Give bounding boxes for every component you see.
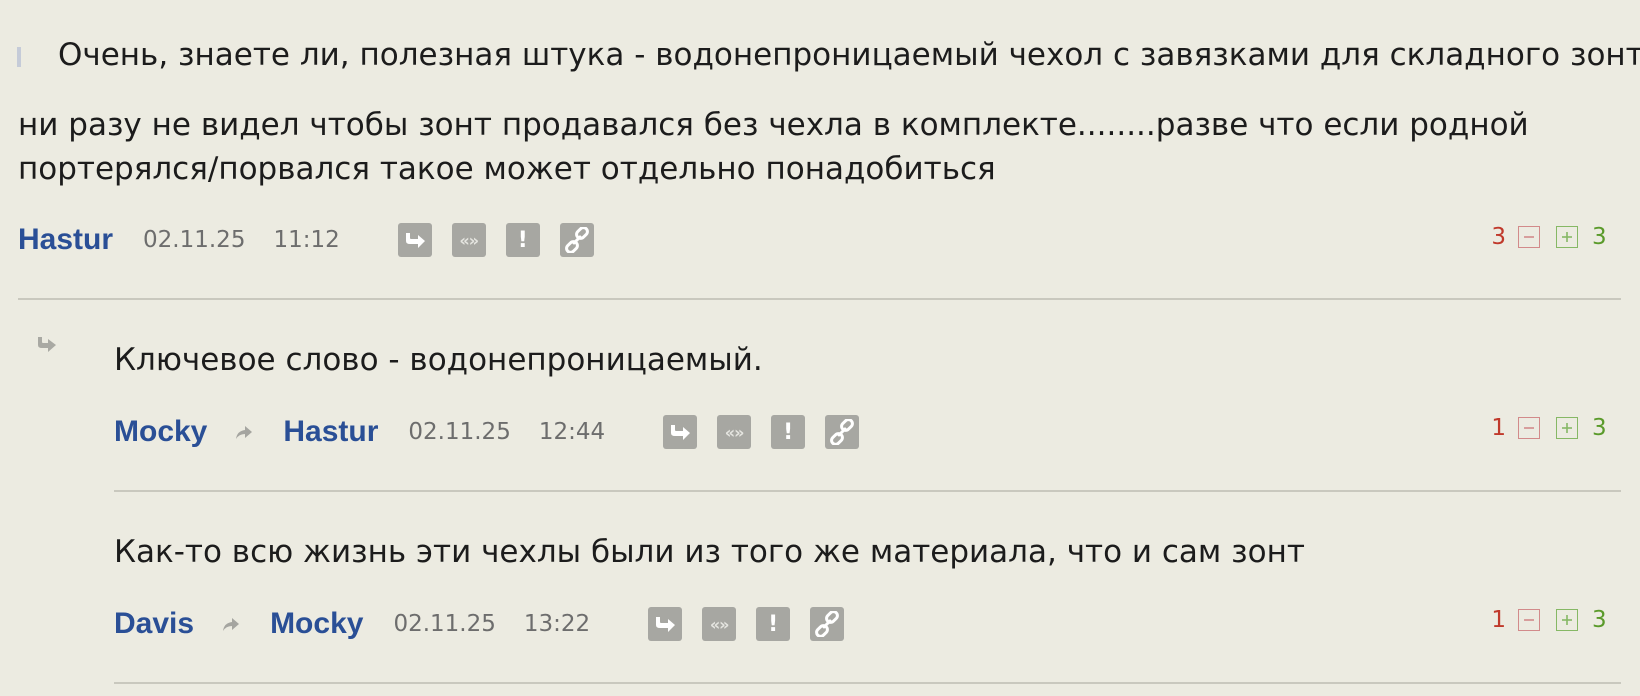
exclamation-icon: ! [783, 419, 794, 445]
chain-link-icon [564, 227, 589, 253]
reply-button[interactable] [663, 415, 698, 449]
chain-link-icon [815, 611, 840, 637]
plus-icon [1562, 615, 1572, 625]
vote-down-button[interactable] [1518, 226, 1540, 248]
quote-button[interactable]: «» [451, 223, 486, 257]
reply-button[interactable] [648, 607, 683, 641]
quote-icon: «» [709, 614, 730, 634]
comment-date: 02.11.25 [393, 611, 496, 637]
comment-rating: 1 3 [1484, 605, 1607, 635]
comment-actions: «» ! [663, 415, 860, 449]
reply-to-arrow-icon [223, 618, 240, 631]
minus-icon [1524, 236, 1534, 238]
exclamation-icon: ! [517, 227, 528, 253]
minus-icon [1524, 619, 1534, 621]
comment-separator [18, 298, 1621, 300]
reply-button[interactable] [397, 223, 432, 257]
rating-minus-count: 1 [1491, 415, 1506, 441]
reply-to-arrow-icon [236, 426, 253, 439]
reply-indent-icon [38, 337, 56, 352]
comment-text: Как-то всю жизнь эти чехлы были из того … [114, 534, 1305, 570]
minus-icon [1524, 427, 1534, 429]
comment-text: Ключевое слово - водонепроницаемый. [114, 342, 763, 378]
reply-arrow-icon [656, 617, 676, 632]
comment-text-line-1: ни разу не видел чтобы зонт продавался б… [18, 107, 1529, 143]
comment-rating: 1 3 [1484, 413, 1607, 443]
comment-date: 02.11.25 [143, 227, 246, 253]
vote-up-button[interactable] [1556, 226, 1578, 248]
quote-button[interactable]: «» [702, 607, 737, 641]
comment-meta: Davis Mocky 02.11.25 13:22 «» ! [114, 604, 845, 644]
comment-time: 11:12 [273, 227, 340, 253]
quote-icon: «» [724, 422, 745, 442]
comment-actions: «» ! [397, 223, 594, 257]
rating-plus-count: 3 [1592, 607, 1607, 633]
rating-minus-count: 3 [1491, 224, 1506, 250]
rating-minus-count: 1 [1491, 607, 1506, 633]
vote-down-button[interactable] [1518, 417, 1540, 439]
permalink-button[interactable] [559, 223, 594, 257]
reply-to-author-link[interactable]: Hastur [283, 415, 378, 449]
reply-arrow-icon [671, 425, 691, 440]
chain-link-icon [830, 419, 855, 445]
comment-meta: Mocky Hastur 02.11.25 12:44 «» ! [114, 412, 860, 452]
quote-icon: «» [459, 230, 479, 250]
vote-down-button[interactable] [1518, 609, 1540, 631]
author-link[interactable]: Hastur [18, 223, 113, 257]
reply-to-author-link[interactable]: Mocky [270, 607, 363, 641]
vote-up-button[interactable] [1556, 417, 1578, 439]
exclamation-icon: ! [768, 611, 779, 637]
permalink-button[interactable] [810, 607, 845, 641]
reply-arrow-icon [405, 233, 425, 248]
plus-icon [1562, 232, 1572, 242]
author-link[interactable]: Mocky [114, 415, 207, 449]
plus-icon [1562, 423, 1572, 433]
comment-time: 13:22 [523, 611, 591, 637]
quote-button[interactable]: «» [717, 415, 752, 449]
comment-rating: 3 3 [1484, 222, 1607, 252]
rating-plus-count: 3 [1592, 224, 1607, 250]
comment-time: 12:44 [538, 419, 606, 445]
report-button[interactable]: ! [771, 415, 806, 449]
quote-bar [17, 47, 21, 67]
comment-separator [114, 490, 1621, 492]
comment-date: 02.11.25 [408, 419, 511, 445]
author-link[interactable]: Davis [114, 607, 194, 641]
rating-plus-count: 3 [1592, 415, 1607, 441]
vote-up-button[interactable] [1556, 609, 1578, 631]
report-button[interactable]: ! [756, 607, 791, 641]
comment-meta: Hastur 02.11.25 11:12 «» ! [18, 220, 594, 260]
permalink-button[interactable] [825, 415, 860, 449]
report-button[interactable]: ! [505, 223, 540, 257]
comment-text-line-2: портерялся/порвался такое может отдельно… [18, 151, 996, 187]
quoted-text: Очень, знаете ли, полезная штука - водон… [58, 37, 1640, 73]
comment-actions: «» ! [648, 607, 845, 641]
comment-separator [114, 682, 1621, 684]
